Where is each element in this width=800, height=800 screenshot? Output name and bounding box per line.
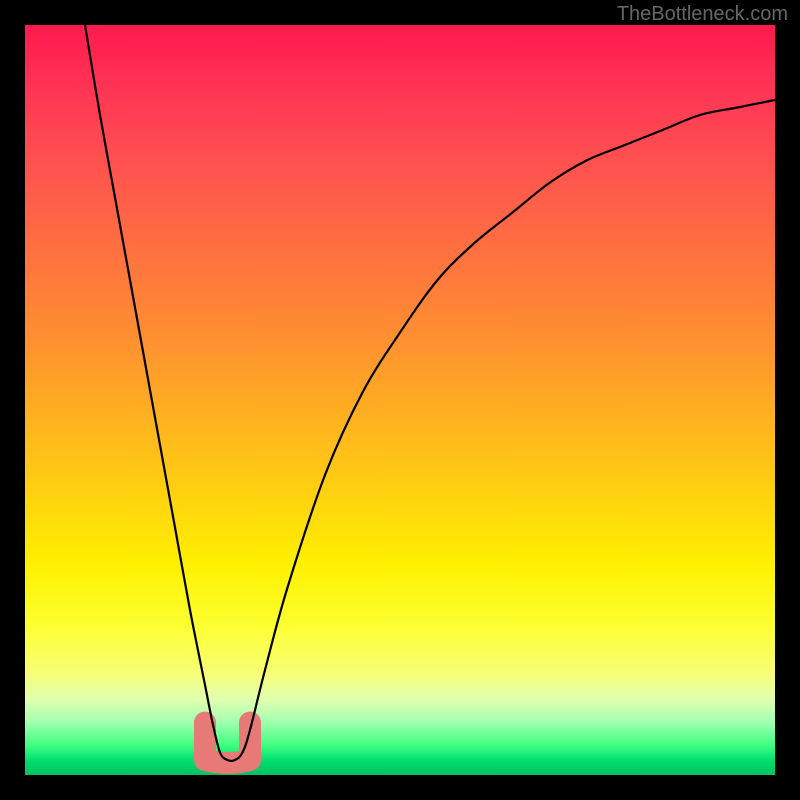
bottleneck-curve-line	[85, 25, 775, 761]
chart-overlay	[25, 25, 775, 775]
highlight-blob	[205, 723, 250, 764]
watermark-text: TheBottleneck.com	[617, 3, 788, 26]
